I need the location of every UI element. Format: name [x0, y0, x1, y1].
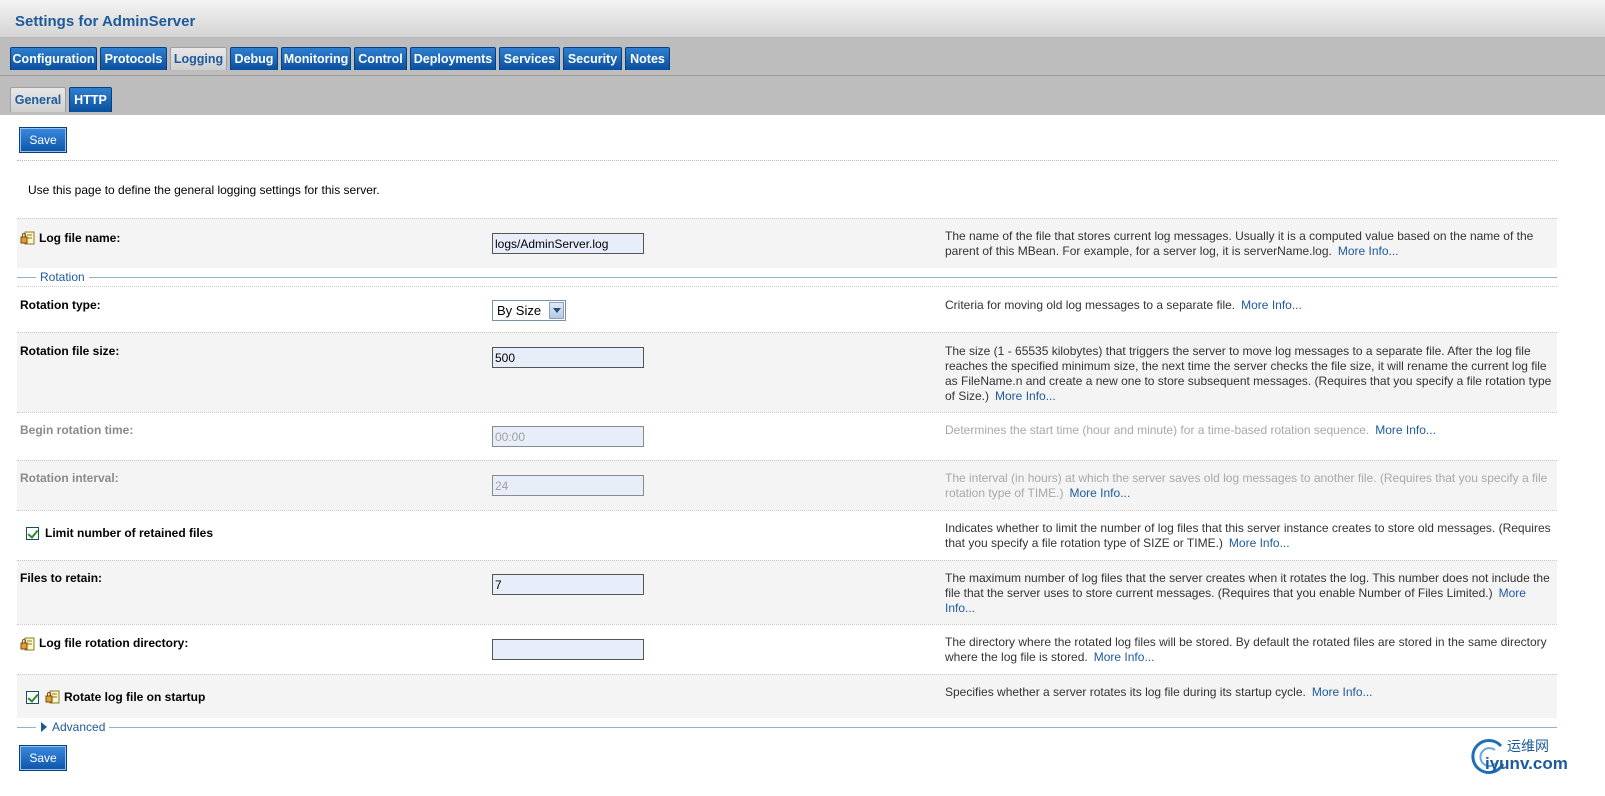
- more-info-link[interactable]: More Info...: [1312, 685, 1373, 699]
- begin-rotation-time-input: [492, 426, 644, 447]
- rotation-interval-label: Rotation interval:: [20, 471, 119, 485]
- row-begin-rotation-time: Begin rotation time: Determines the star…: [17, 412, 1557, 460]
- row-log-file-rotation-dir: Log file rotation directory: The directo…: [17, 624, 1557, 674]
- save-button-top[interactable]: Save: [19, 127, 67, 153]
- watermark-en: iyunv.com: [1485, 754, 1568, 773]
- row-rotate-on-startup: Rotate log file on startup Specifies whe…: [17, 674, 1557, 718]
- tab-deployments[interactable]: Deployments: [410, 47, 496, 70]
- log-file-name-desc: The name of the file that stores current…: [945, 229, 1555, 259]
- log-file-rotation-dir-label: Log file rotation directory:: [39, 636, 189, 650]
- files-to-retain-input[interactable]: [492, 574, 644, 595]
- config-lock-icon: [45, 690, 60, 704]
- rotate-on-startup-label: Rotate log file on startup: [64, 690, 206, 704]
- advanced-toggle[interactable]: Advanced: [36, 720, 110, 734]
- rotation-file-size-input[interactable]: [492, 347, 644, 368]
- row-log-file-name: Log file name: The name of the file that…: [17, 218, 1557, 268]
- title-bar: Settings for AdminServer: [0, 0, 1605, 38]
- advanced-section-line: [17, 727, 1557, 728]
- more-info-link[interactable]: More Info...: [1070, 486, 1131, 500]
- tab-notes[interactable]: Notes: [625, 47, 670, 70]
- rotation-interval-desc: The interval (in hours) at which the ser…: [945, 471, 1555, 501]
- more-info-link[interactable]: More Info...: [1229, 536, 1290, 550]
- log-file-rotation-dir-input[interactable]: [492, 639, 644, 660]
- limit-retained-label: Limit number of retained files: [45, 526, 214, 540]
- rotation-type-select[interactable]: By Size: [492, 300, 566, 321]
- more-info-link[interactable]: More Info...: [1094, 650, 1155, 664]
- watermark-logo: 运维网 iyunv.com: [1467, 732, 1599, 792]
- tab-protocols[interactable]: Protocols: [100, 47, 167, 70]
- rotation-type-desc: Criteria for moving old log messages to …: [945, 298, 1555, 313]
- files-to-retain-desc: The maximum number of log files that the…: [945, 571, 1555, 616]
- advanced-label: Advanced: [52, 720, 106, 734]
- tab-monitoring[interactable]: Monitoring: [281, 47, 351, 70]
- more-info-link[interactable]: More Info...: [995, 389, 1056, 403]
- rotate-on-startup-desc: Specifies whether a server rotates its l…: [945, 685, 1555, 700]
- subtab-http[interactable]: HTTP: [69, 87, 112, 112]
- row-rotation-file-size: Rotation file size: The size (1 - 65535 …: [17, 332, 1557, 412]
- more-info-link[interactable]: More Info...: [1241, 298, 1302, 312]
- chevron-down-icon[interactable]: [549, 302, 564, 319]
- intro-text: Use this page to define the general logg…: [28, 183, 380, 197]
- more-info-link[interactable]: More Info...: [1338, 244, 1399, 258]
- watermark-cn: 运维网: [1507, 739, 1549, 755]
- begin-rotation-time-label: Begin rotation time:: [20, 423, 134, 437]
- subtab-general[interactable]: General: [10, 87, 66, 112]
- tab-security[interactable]: Security: [563, 47, 622, 70]
- begin-rotation-time-desc-text: Determines the start time (hour and minu…: [945, 423, 1370, 437]
- rotation-section-title: Rotation: [36, 270, 89, 284]
- log-file-name-input[interactable]: [492, 233, 644, 254]
- row-rotation-interval: Rotation interval: The interval (in hour…: [17, 460, 1557, 510]
- rotation-interval-desc-text: The interval (in hours) at which the ser…: [945, 471, 1548, 500]
- log-file-rotation-dir-desc-text: The directory where the rotated log file…: [945, 635, 1547, 664]
- files-to-retain-desc-text: The maximum number of log files that the…: [945, 571, 1550, 600]
- tab-debug[interactable]: Debug: [230, 47, 278, 70]
- row-limit-retained: Limit number of retained files Indicates…: [17, 510, 1557, 560]
- files-to-retain-label: Files to retain:: [20, 571, 103, 585]
- log-file-rotation-dir-desc: The directory where the rotated log file…: [945, 635, 1555, 665]
- rotate-on-startup-desc-text: Specifies whether a server rotates its l…: [945, 685, 1306, 699]
- rotate-on-startup-checkbox[interactable]: [26, 691, 39, 704]
- tab-logging[interactable]: Logging: [170, 47, 227, 70]
- save-button-bottom[interactable]: Save: [19, 745, 67, 771]
- rotation-type-selected: By Size: [497, 303, 542, 318]
- log-file-name-label: Log file name:: [39, 231, 121, 245]
- sub-tab-bar: General HTTP: [0, 76, 1605, 115]
- row-files-to-retain: Files to retain: The maximum number of l…: [17, 560, 1557, 624]
- rotation-interval-input: [492, 475, 644, 496]
- row-rotation-type: Rotation type: By Size Criteria for movi…: [17, 286, 1557, 332]
- config-lock-icon: [20, 231, 35, 245]
- limit-retained-checkbox[interactable]: [26, 527, 39, 540]
- rotation-file-size-label: Rotation file size:: [20, 344, 120, 358]
- log-file-name-desc-text: The name of the file that stores current…: [945, 229, 1534, 258]
- begin-rotation-time-desc: Determines the start time (hour and minu…: [945, 423, 1555, 438]
- config-lock-icon: [20, 637, 35, 651]
- rotation-file-size-desc: The size (1 - 65535 kilobytes) that trig…: [945, 344, 1555, 404]
- main-tab-bar: Configuration Protocols Logging Debug Mo…: [0, 38, 1605, 76]
- more-info-link[interactable]: More Info...: [1375, 423, 1436, 437]
- rotation-type-label: Rotation type:: [20, 298, 101, 312]
- page-title: Settings for AdminServer: [15, 13, 196, 30]
- rotation-section-line: [17, 277, 1557, 278]
- tab-services[interactable]: Services: [499, 47, 560, 70]
- divider: [17, 160, 1557, 161]
- expand-arrow-icon[interactable]: [41, 722, 47, 732]
- tab-control[interactable]: Control: [354, 47, 407, 70]
- rotation-type-desc-text: Criteria for moving old log messages to …: [945, 298, 1236, 312]
- limit-retained-desc: Indicates whether to limit the number of…: [945, 521, 1555, 551]
- tab-configuration[interactable]: Configuration: [10, 47, 97, 70]
